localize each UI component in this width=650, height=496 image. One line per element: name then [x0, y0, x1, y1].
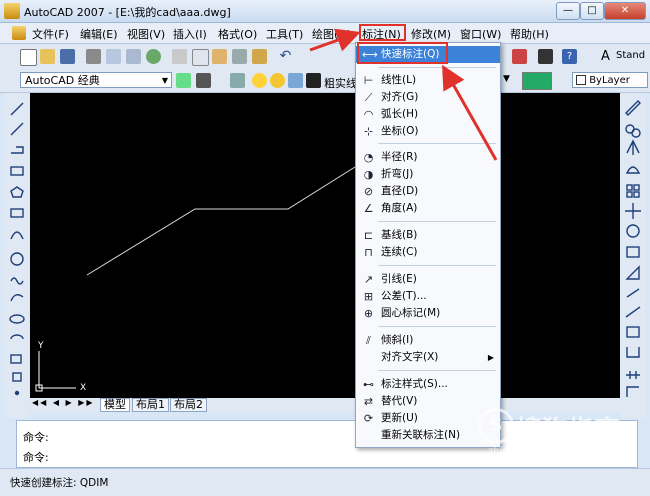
watermark-text: 搜狗指南 — [516, 416, 621, 446]
watermark-url: zhinan.sogou.com — [488, 446, 580, 457]
watermark-logo-icon: S — [478, 408, 514, 444]
annotation-arrow — [309, 28, 361, 52]
watermark: S 搜狗指南 zhinan.sogou.com — [474, 404, 650, 466]
annotation-arrow — [442, 64, 498, 161]
